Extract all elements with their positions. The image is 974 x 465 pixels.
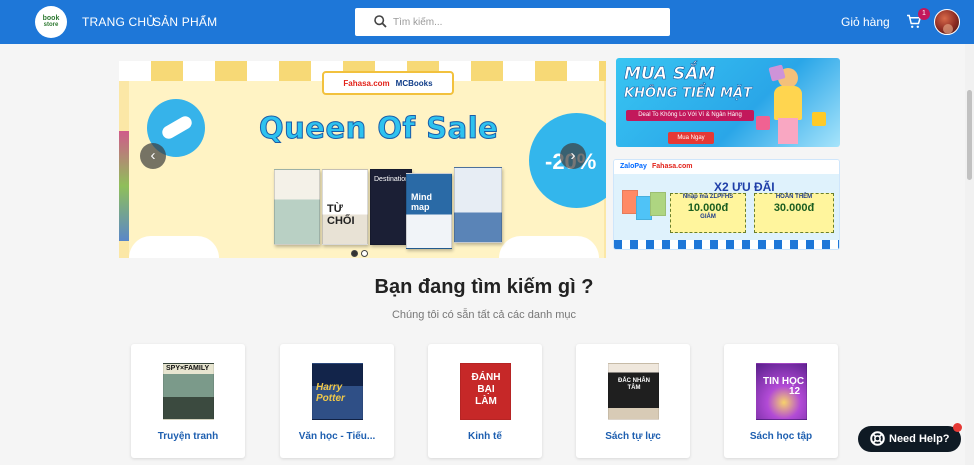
- nav-products-link[interactable]: SẢN PHẨM: [153, 15, 217, 29]
- logo[interactable]: book store: [35, 6, 67, 38]
- voucher-value: 10.000đ: [687, 202, 729, 214]
- promo-border-pattern: [614, 240, 839, 249]
- carousel-dot-2[interactable]: [361, 250, 368, 257]
- user-avatar[interactable]: [934, 9, 960, 35]
- cover-number: 12: [789, 386, 801, 397]
- cart-link[interactable]: Giỏ hàng: [841, 15, 890, 29]
- voucher-discount: Nhập mã ZLPFHS 10.000đ GIẢM: [670, 193, 746, 233]
- carousel-title: Queen Of Sale: [258, 111, 499, 146]
- brand-mcbooks: MCBooks: [395, 78, 433, 88]
- cover-text: ĐÁNH BẠI LÀM: [471, 372, 501, 407]
- promo-banner-cashless[interactable]: MUA SẮM KHÔNG TIỀN MẶT Deal To Không Lo …: [616, 58, 840, 147]
- brand-fahasa: Fahasa.com: [652, 163, 693, 170]
- carousel-prev-button[interactable]: ‹: [140, 143, 166, 169]
- promo-banner-zalopay[interactable]: ZaloPay Fahasa.com X2 ƯU ĐÃI Nhập mã ZLP…: [613, 159, 840, 250]
- nav-home-link[interactable]: TRANG CHỦ: [82, 15, 155, 29]
- search-icon[interactable]: [374, 15, 387, 28]
- cover-text: Harry Potter: [316, 382, 345, 404]
- book-thumbnail: [650, 192, 666, 216]
- category-card-self-help[interactable]: ĐẮC NHÂN TÂM Sách tự lực: [576, 344, 690, 458]
- brand-fahasa: Fahasa.com: [343, 78, 390, 88]
- category-label[interactable]: Truyện tranh: [131, 431, 245, 442]
- search-bar: [355, 8, 670, 36]
- chevron-left-icon: ‹: [150, 147, 156, 164]
- category-card-comics[interactable]: SPY×FAMILY Truyện tranh: [131, 344, 245, 458]
- carousel-indicators: [351, 250, 368, 257]
- cover-text: ĐẮC NHÂN TÂM: [618, 378, 650, 391]
- category-card-study[interactable]: TIN HỌC 12 Sách học tập: [724, 344, 838, 458]
- cloud-graphic: [129, 236, 219, 258]
- cloud-graphic: [499, 236, 599, 258]
- category-label[interactable]: Văn học - Tiểu...: [280, 431, 394, 442]
- logo-text-bottom: store: [43, 22, 59, 28]
- voucher-label: GIẢM: [700, 214, 716, 220]
- category-image: ĐẮC NHÂN TÂM: [608, 363, 659, 420]
- chevron-right-icon: ›: [570, 147, 576, 164]
- book-cover: Mind map: [406, 173, 452, 249]
- book-cover: [274, 169, 320, 245]
- carousel-side-books: [119, 131, 129, 241]
- carousel-next-button[interactable]: ›: [560, 143, 586, 169]
- promo-title: MUA SẮM: [624, 64, 716, 84]
- promo-buy-now-button[interactable]: Mua Ngay: [668, 132, 714, 144]
- promo-brand-row: ZaloPay Fahasa.com: [614, 160, 839, 174]
- book-cover-title: TỪ CHỐI: [327, 203, 355, 227]
- category-image: SPY×FAMILY: [163, 363, 214, 420]
- voucher-label: HOÀN THÊM: [775, 194, 813, 200]
- category-card-literature[interactable]: Harry Potter Văn học - Tiểu...: [280, 344, 394, 458]
- voucher-value: 30.000đ: [773, 202, 815, 214]
- promo-headline: X2 ƯU ĐÃI: [714, 180, 775, 194]
- notification-dot: [953, 423, 962, 432]
- book-cover-title: Mind map: [411, 192, 432, 212]
- cover-text: SPY×FAMILY: [166, 365, 210, 372]
- lifebuoy-icon: [870, 431, 885, 446]
- category-image: ĐÁNH BẠI LÀM: [460, 363, 511, 420]
- book-cover-title: Destination: [374, 176, 410, 183]
- shopping-bag-icon: [756, 116, 770, 130]
- promo-subtitle: Deal To Không Lo Với Ví & Ngân Hàng: [626, 110, 754, 121]
- need-help-button[interactable]: Need Help?: [858, 426, 961, 452]
- carousel-dot-1[interactable]: [351, 250, 358, 257]
- promo-title-second-line: KHÔNG TIỀN MẶT: [624, 86, 752, 102]
- brand-zalopay: ZaloPay: [620, 163, 647, 170]
- category-label[interactable]: Sách tự lực: [576, 431, 690, 442]
- shopping-bag-icon: [812, 112, 826, 126]
- category-image: Harry Potter: [312, 363, 363, 420]
- section-heading: Bạn đang tìm kiếm gì ?: [374, 276, 594, 298]
- category-label[interactable]: Kinh tế: [428, 431, 542, 442]
- category-image: TIN HỌC 12: [756, 363, 807, 420]
- brand-badge: Fahasa.com MCBooks: [322, 71, 454, 95]
- page-scrollbar[interactable]: [965, 44, 974, 465]
- need-help-label: Need Help?: [889, 433, 950, 445]
- promo-headline-text: X2 ƯU ĐÃI: [714, 180, 775, 194]
- search-input[interactable]: [393, 13, 653, 31]
- section-subheading: Chúng tôi có sẵn tất cả các danh mục: [391, 309, 577, 321]
- book-cover: [454, 167, 502, 243]
- cart-count-badge: 1: [918, 8, 930, 20]
- top-navbar: book store TRANG CHỦ SẢN PHẨM Giỏ hàng 1: [0, 0, 974, 44]
- category-card-economics[interactable]: ĐÁNH BẠI LÀM Kinh tế: [428, 344, 542, 458]
- logo-text-top: book: [42, 15, 60, 22]
- voucher-cashback: HOÀN THÊM 30.000đ: [754, 193, 834, 233]
- voucher-code: Nhập mã ZLPFHS: [682, 194, 734, 200]
- book-cover: TỪ CHỐI: [322, 169, 368, 245]
- category-label[interactable]: Sách học tập: [724, 431, 838, 442]
- hero-carousel: -20% Fahasa.com MCBooks Queen Of Sale TỪ…: [119, 61, 606, 258]
- scrollbar-thumb[interactable]: [967, 90, 972, 180]
